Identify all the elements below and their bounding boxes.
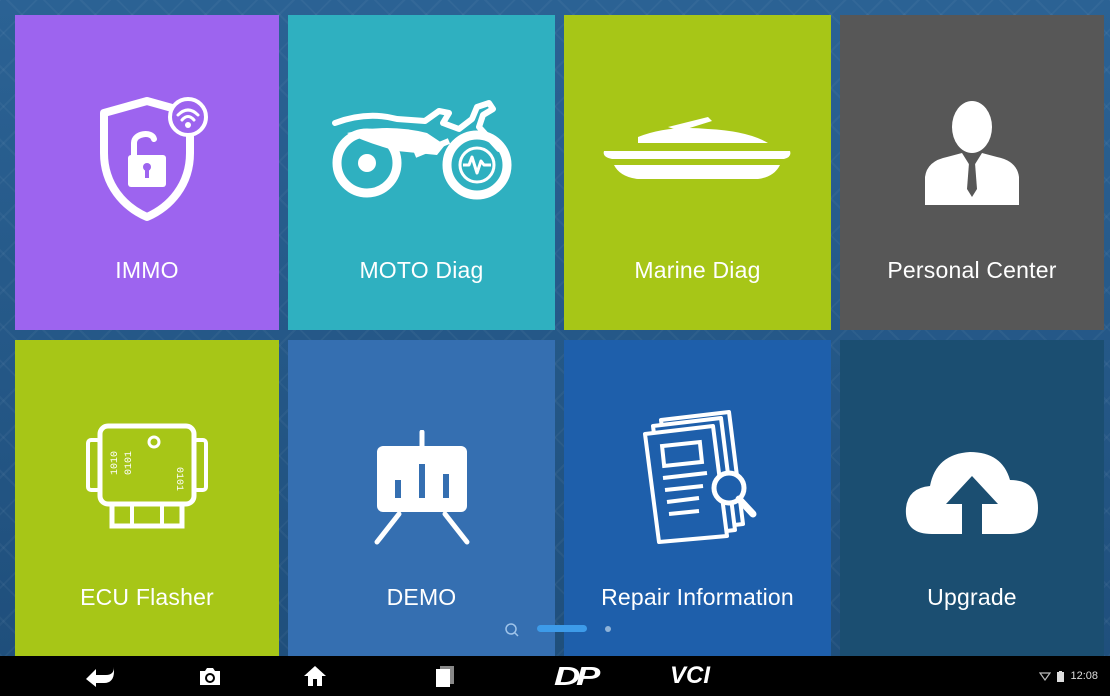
tile-label: DEMO	[386, 584, 457, 610]
vci-button[interactable]: VCI	[660, 656, 720, 696]
tile-moto-diag[interactable]: MOTO Diag	[288, 15, 555, 330]
tile-upgrade[interactable]: Upgrade	[840, 340, 1104, 656]
page-dot-active[interactable]	[537, 625, 587, 632]
tile-immo[interactable]: IMMO	[15, 15, 279, 330]
tile-label: Upgrade	[927, 584, 1017, 610]
tile-label: MOTO Diag	[359, 257, 484, 283]
battery-icon	[1057, 670, 1065, 682]
recent-apps-icon	[436, 666, 454, 687]
back-icon	[86, 667, 114, 687]
navigation-bar: DP VCI 12:08	[0, 656, 1110, 696]
tile-marine-diag[interactable]: Marine Diag	[564, 15, 831, 330]
home-icon	[304, 666, 326, 686]
search-icon[interactable]	[504, 622, 520, 638]
tile-label: Marine Diag	[634, 257, 761, 283]
tile-label: ECU Flasher	[80, 584, 214, 610]
tile-repair-information[interactable]: Repair Information	[564, 340, 831, 656]
tile-label: IMMO	[115, 257, 179, 283]
presentation-board-icon	[374, 430, 469, 545]
person-icon	[925, 101, 1019, 205]
camera-button[interactable]	[190, 656, 230, 696]
document-search-icon	[642, 410, 756, 544]
tile-demo[interactable]: DEMO	[288, 340, 555, 656]
back-button[interactable]	[80, 656, 120, 696]
camera-icon	[200, 668, 220, 685]
recent-apps-button[interactable]	[425, 656, 465, 696]
vci-logo-icon: VCI	[669, 662, 710, 689]
page-dot[interactable]	[605, 626, 611, 632]
svg-text:1010: 1010	[110, 451, 121, 475]
svg-text:0101: 0101	[124, 451, 135, 475]
dp-logo-icon: DP	[553, 660, 600, 691]
wifi-icon	[1039, 672, 1052, 681]
clock: 12:08	[1070, 670, 1098, 682]
tile-personal-center[interactable]: Personal Center	[840, 15, 1104, 330]
tile-label: Repair Information	[601, 584, 794, 610]
dp-button[interactable]: DP	[550, 656, 600, 696]
status-area: 12:08	[1039, 656, 1098, 696]
page-indicator	[0, 620, 1110, 640]
svg-text:0101: 0101	[173, 467, 184, 491]
motorcycle-icon	[331, 100, 511, 200]
cloud-upload-icon	[905, 452, 1038, 534]
ecu-chip-icon: 1010 0101 0101	[86, 423, 208, 529]
tile-label: Personal Center	[887, 257, 1057, 283]
immo-shield-lock-icon	[100, 97, 208, 221]
home-button[interactable]	[295, 656, 335, 696]
tile-ecu-flasher[interactable]: 1010 0101 0101 ECU Flasher	[15, 340, 279, 656]
jet-ski-icon	[603, 117, 790, 179]
